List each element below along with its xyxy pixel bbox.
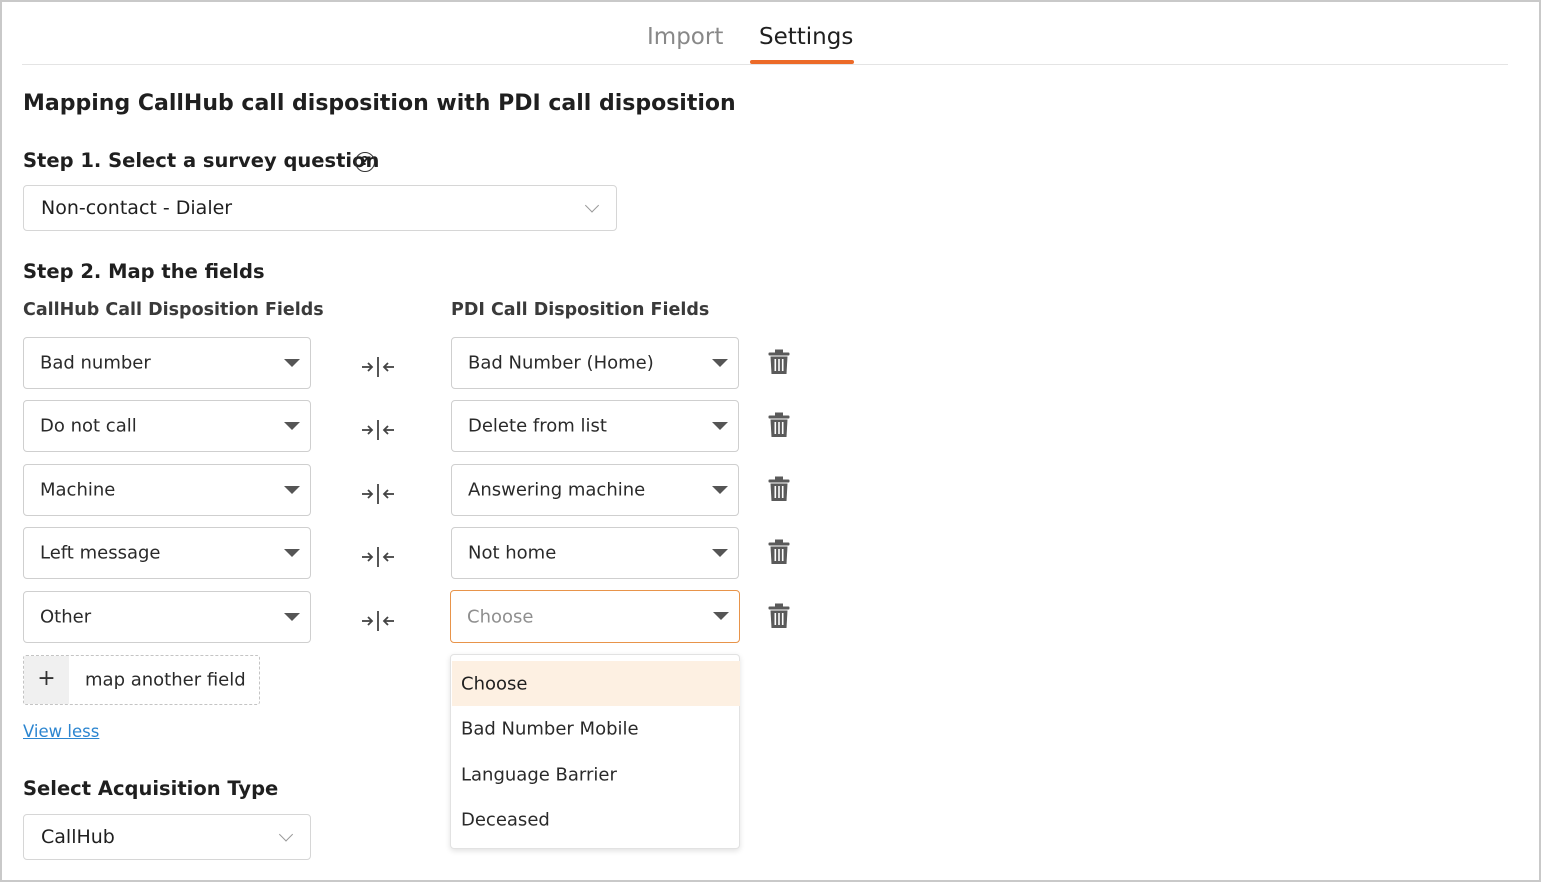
pdi-disposition-select[interactable]: Bad Number (Home) <box>451 337 739 389</box>
caret-down-icon <box>284 549 300 557</box>
acquisition-type-select[interactable]: CallHub <box>23 814 311 860</box>
caret-down-icon <box>284 613 300 621</box>
merge-arrows-icon <box>362 357 394 377</box>
map-another-field-label: map another field <box>85 669 246 691</box>
map-another-field-button[interactable]: + map another field <box>23 655 260 705</box>
trash-icon[interactable] <box>768 603 790 629</box>
plus-icon: + <box>24 656 69 704</box>
callhub-disposition-select[interactable]: Bad number <box>23 337 311 389</box>
pdi-disposition-select[interactable]: Not home <box>451 527 739 579</box>
callhub-disposition-value: Other <box>40 606 92 628</box>
callhub-disposition-select[interactable]: Other <box>23 591 311 643</box>
pdi-disposition-placeholder: Choose <box>467 606 534 627</box>
trash-icon[interactable] <box>768 349 790 375</box>
tab-settings[interactable]: Settings <box>759 24 853 64</box>
acquisition-type-value: CallHub <box>41 826 115 848</box>
caret-down-icon <box>712 486 728 494</box>
merge-arrows-icon <box>362 611 394 631</box>
callhub-disposition-value: Machine <box>40 479 116 501</box>
pdi-disposition-dropdown-menu: Choose Bad Number Mobile Language Barrie… <box>450 654 740 849</box>
merge-arrows-icon <box>362 484 394 504</box>
dropdown-option[interactable]: Deceased <box>452 797 740 842</box>
caret-down-icon <box>284 359 300 367</box>
active-tab-indicator <box>750 60 854 64</box>
view-less-link[interactable]: View less <box>23 722 99 741</box>
dropdown-option-label: Choose <box>461 673 528 694</box>
acquisition-type-heading: Select Acquisition Type <box>23 777 279 800</box>
chevron-down-icon <box>584 198 600 213</box>
caret-down-icon <box>284 486 300 494</box>
merge-arrows-icon <box>362 547 394 567</box>
survey-question-value: Non-contact - Dialer <box>41 197 233 219</box>
dropdown-option-label: Deceased <box>461 809 550 830</box>
callhub-disposition-select[interactable]: Machine <box>23 464 311 516</box>
callhub-disposition-value: Do not call <box>40 415 137 437</box>
page-title: Mapping CallHub call disposition with PD… <box>23 91 736 116</box>
pdi-disposition-select[interactable]: Answering machine <box>451 464 739 516</box>
caret-down-icon <box>713 612 729 620</box>
callhub-disposition-select[interactable]: Left message <box>23 527 311 579</box>
pdi-disposition-value: Delete from list <box>468 415 607 437</box>
step2-heading: Step 2. Map the fields <box>23 260 265 283</box>
callhub-disposition-select[interactable]: Do not call <box>23 400 311 452</box>
step1-heading: Step 1. Select a survey question <box>23 149 380 172</box>
caret-down-icon <box>712 359 728 367</box>
dropdown-option[interactable]: Choose <box>452 661 740 706</box>
caret-down-icon <box>712 549 728 557</box>
pdi-fields-header: PDI Call Disposition Fields <box>451 300 710 320</box>
dropdown-option[interactable]: Language Barrier <box>452 752 740 797</box>
survey-question-select[interactable]: Non-contact - Dialer <box>23 185 617 231</box>
dropdown-option-label: Language Barrier <box>461 764 617 785</box>
caret-down-icon <box>712 422 728 430</box>
dropdown-option[interactable]: Bad Number Mobile <box>452 706 740 751</box>
pdi-disposition-select[interactable]: Choose <box>450 590 740 643</box>
merge-arrows-icon <box>362 420 394 440</box>
callhub-disposition-value: Left message <box>40 542 161 564</box>
caret-down-icon <box>284 422 300 430</box>
dropdown-option-label: Bad Number Mobile <box>461 718 639 739</box>
chevron-down-icon <box>278 827 294 842</box>
pdi-disposition-select[interactable]: Delete from list <box>451 400 739 452</box>
trash-icon[interactable] <box>768 412 790 438</box>
tab-import[interactable]: Import <box>647 24 723 64</box>
pdi-disposition-value: Answering machine <box>468 479 646 501</box>
trash-icon[interactable] <box>768 539 790 565</box>
pdi-disposition-value: Bad Number (Home) <box>468 352 654 374</box>
callhub-fields-header: CallHub Call Disposition Fields <box>23 300 324 320</box>
callhub-disposition-value: Bad number <box>40 352 151 374</box>
pdi-disposition-value: Not home <box>468 542 557 564</box>
trash-icon[interactable] <box>768 476 790 502</box>
question-circle-icon[interactable]: ? <box>355 152 375 172</box>
